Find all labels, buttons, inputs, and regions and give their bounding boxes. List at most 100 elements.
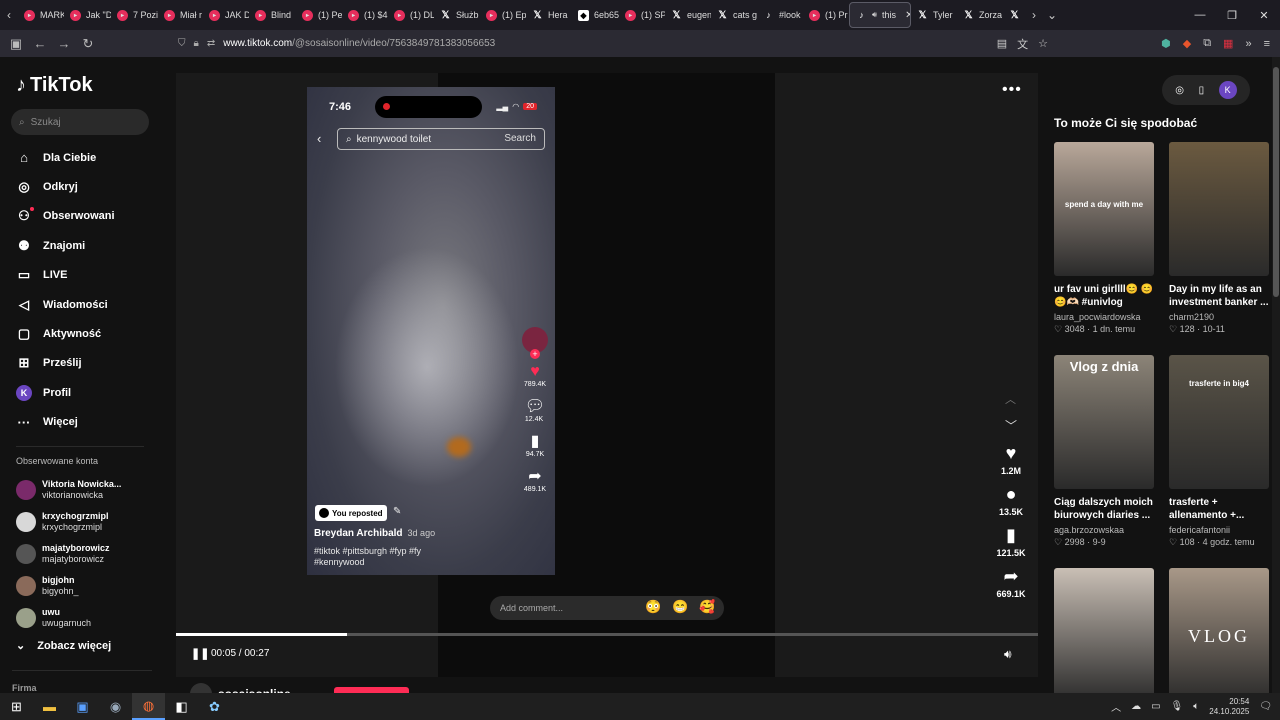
monitor-app-icon[interactable]: ▣ [66,693,99,720]
shield-extension-icon[interactable]: ⬢ [1161,37,1171,50]
clock[interactable]: 20:54 24.10.2025 [1209,697,1249,717]
tabs-list-all-icon[interactable]: ⌄ [1043,0,1061,30]
close-window-icon[interactable]: ✕ [1248,0,1280,30]
sidebar-item-live[interactable]: ▭ LIVE [16,261,146,290]
tray-chevron-icon[interactable]: ︿ [1111,699,1121,714]
browser-tab[interactable]: ▸ (1) $4 [342,2,388,28]
steam-icon[interactable]: ◉ [99,693,132,720]
recommended-video-card[interactable] [1054,568,1154,693]
overflow-chevron-icon[interactable]: » [1245,38,1251,50]
uploader-avatar[interactable] [190,683,212,693]
video-thumbnail[interactable] [1169,142,1269,276]
sidebar-item-odkryj[interactable]: ◎ Odkryj [16,172,146,201]
recommended-video-card[interactable]: Vlog z dnia Ciąg dalszych moich biurowych… [1054,355,1154,548]
microphone-icon[interactable]: 🎙︎ [1171,701,1184,712]
browser-tab[interactable]: ▸ (1) DL [388,2,434,28]
pause-icon[interactable]: ❚❚ [191,647,209,660]
recommended-video-card[interactable]: Day in my life as an investment banker .… [1169,142,1269,335]
volume-icon[interactable]: 🔊︎ [1004,647,1012,662]
menu-icon[interactable]: ≡ [1264,38,1270,50]
card-username[interactable]: federicafantonii [1169,525,1269,535]
card-username[interactable]: aga.brzozowskaa [1054,525,1154,535]
start-icon[interactable]: ⊞ [0,693,33,720]
see-more-button[interactable]: ⌄ Zobacz więcej [16,639,111,653]
sidebar-item-dla-ciebie[interactable]: ⌂ Dla Ciebie [16,143,146,172]
sidebar-item-znajomi[interactable]: ⚉ Znajomi [16,231,146,260]
browser-tab[interactable]: ▸ 7 Pozi [111,2,158,28]
following-account[interactable]: uwu uwugarnuch [16,602,144,634]
card-title[interactable]: trasferte + allenamento +... [1169,496,1269,523]
back-icon[interactable]: ← [28,30,52,57]
sidebar-item-obserwowani[interactable]: ⚇ Obserwowani [16,202,146,231]
reader-view-icon[interactable]: ▤ [997,37,1007,50]
browser-tab[interactable]: ♪ #look [757,2,803,28]
browser-tab[interactable]: ◆ 6eb65 [572,2,619,28]
tabs-scroll-right-icon[interactable]: › [1025,0,1043,30]
browser-tab[interactable]: ▸ (1) Pr [803,2,849,28]
browser-tab[interactable]: ▸ (1) Pe [296,2,342,28]
like-button[interactable]: ♥ 1.2M [1001,443,1021,476]
browser-tab[interactable]: ▸ Blind [249,2,296,28]
browser-tab[interactable]: ♪🔊︎this✕ [849,2,911,28]
card-title[interactable]: Ciąg dalszych moich biurowych diaries ..… [1054,496,1154,523]
browser-tab[interactable]: 𝕏 Służb [434,2,480,28]
sidebar-item-więcej[interactable]: ··· Więcej [16,408,146,437]
following-account[interactable]: bigjohn bigyohn_ [16,570,144,602]
extensions-icon[interactable]: ⧉ [1203,37,1211,50]
lock-icon[interactable]: 🔒︎ [194,38,199,49]
progress-bar[interactable] [176,633,1038,636]
forward-icon[interactable]: → [52,30,76,57]
browser-tab[interactable]: 𝕏 Hera [526,2,572,28]
minimize-icon[interactable]: — [1184,0,1216,30]
permissions-icon[interactable]: ⇄ [207,38,215,49]
notifications-icon[interactable]: 🗨︎ [1259,701,1272,712]
url-bar[interactable]: ⛉ 🔒︎ ⇄ www.tiktok.com/@sosaisonline/vide… [178,33,1048,54]
footer-company-link[interactable]: Firma [12,683,37,693]
video-thumbnail[interactable]: trasferte in big4 [1169,355,1269,489]
browser-tab[interactable]: ▸ Miał r [158,2,203,28]
notes-app-icon[interactable]: ◧ [165,693,198,720]
reload-icon[interactable]: ↻ [76,30,100,57]
browser-tab[interactable]: 𝕏 [1003,2,1025,28]
browser-tab[interactable]: ▸ (1) Ep [480,2,526,28]
search-bar[interactable]: ⌕ [11,109,149,135]
previous-video-icon[interactable]: ︿ [1005,391,1016,407]
bookmark-star-icon[interactable]: ☆ [1038,37,1048,50]
comment-button[interactable]: ● 13.5K [999,484,1023,517]
card-username[interactable]: charm2190 [1169,312,1269,322]
sidebar-item-profil[interactable]: K Profil [16,378,146,407]
profile-avatar[interactable]: K [1218,81,1237,99]
firefox-icon[interactable]: ◍ [132,693,165,720]
card-title[interactable]: Day in my life as an investment banker .… [1169,283,1269,310]
video-thumbnail[interactable] [1054,568,1154,693]
file-explorer-icon[interactable]: ▬ [33,693,66,720]
browser-tab[interactable]: 𝕏 Tyler [911,2,957,28]
recommended-video-card[interactable]: trasferte in big4 trasferte + allenamento… [1169,355,1269,548]
video-thumbnail[interactable]: Vlog z dnia [1054,355,1154,489]
video-stage[interactable] [176,73,1038,677]
pinned-app-icon[interactable]: ✿ [198,693,231,720]
save-button[interactable]: ▮ 121.5K [996,525,1025,558]
search-input[interactable] [30,116,131,128]
browser-tab[interactable]: 𝕏eugen [665,2,711,28]
speaker-icon[interactable]: 🔈︎ [1193,701,1199,712]
sidebar-item-wiadomości[interactable]: ◁ Wiadomości [16,290,146,319]
more-options-icon[interactable]: ••• [1002,81,1022,99]
share-button[interactable]: ➦ 669.1K [996,566,1025,599]
fox-extension-icon[interactable]: ◆ [1183,37,1191,50]
recommended-video-card[interactable]: VLOG [1169,568,1269,693]
sidebar-toggle-icon[interactable]: ▣ [4,30,28,57]
video-frame[interactable]: 7:46 ▂▄ ◠ 20 ‹ ⌕ kennywood toilet Search… [307,87,555,575]
page-scrollbar[interactable] [1272,57,1280,693]
following-account[interactable]: krxychogrzmipl krxychogrzmipl [16,506,144,538]
next-video-icon[interactable]: ﹀ [1005,417,1017,434]
compass-tool-icon[interactable]: ◎ [1175,85,1184,96]
maximize-icon[interactable]: ❐ [1216,0,1248,30]
tiktok-logo[interactable]: ♪ TikTok [16,74,93,97]
browser-tab[interactable]: ▸ MARK [18,2,64,28]
browser-tab[interactable]: 𝕏cats g [711,2,757,28]
following-account[interactable]: majatyborowicz majatyborowicz [16,538,144,570]
tabs-scroll-left-icon[interactable]: ‹ [0,0,18,30]
scrollbar-thumb[interactable] [1273,67,1279,297]
sidebar-item-prześlij[interactable]: ⊞ Prześlij [16,349,146,378]
